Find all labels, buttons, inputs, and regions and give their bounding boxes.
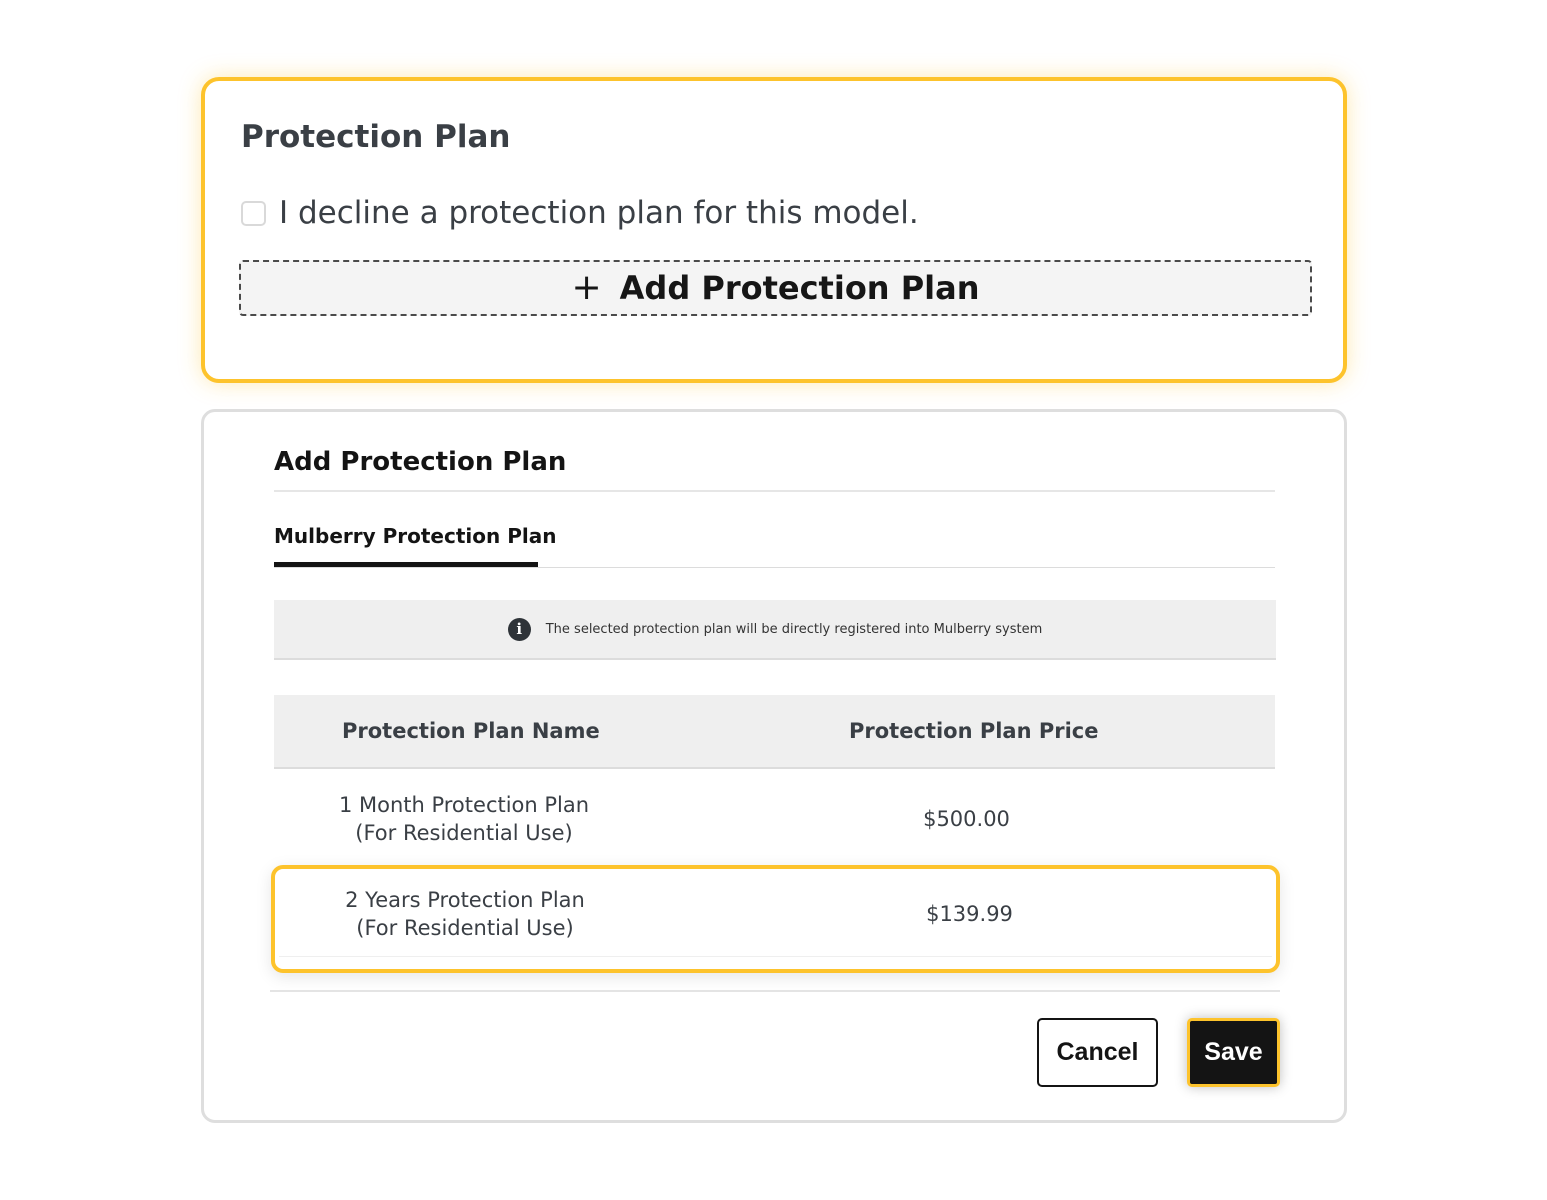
decline-label: I decline a protection plan for this mod… (279, 195, 919, 231)
plan-name-subline: (For Residential Use) (355, 821, 573, 845)
modal-title: Add Protection Plan (274, 447, 567, 477)
plan-name-cell: 2 Years Protection Plan (For Residential… (275, 886, 655, 942)
save-button[interactable]: Save (1187, 1018, 1280, 1087)
column-header-price: Protection Plan Price (849, 719, 1099, 743)
add-protection-plan-label: Add Protection Plan (619, 269, 980, 307)
column-header-name: Protection Plan Name (342, 719, 600, 743)
table-row-selected[interactable]: 2 Years Protection Plan (For Residential… (271, 865, 1280, 973)
info-icon: i (507, 617, 531, 641)
protection-plan-title: Protection Plan (241, 119, 511, 155)
add-protection-plan-modal: Add Protection Plan Mulberry Protection … (201, 409, 1347, 1123)
footer-divider (270, 990, 1280, 992)
row-divider (279, 956, 1272, 957)
divider (274, 490, 1275, 492)
page: Protection Plan I decline a protection p… (0, 0, 1547, 1200)
tab-mulberry-protection-plan[interactable]: Mulberry Protection Plan (274, 524, 556, 548)
table-header: Protection Plan Name Protection Plan Pri… (274, 695, 1275, 769)
decline-checkbox[interactable] (241, 200, 266, 226)
plan-name-line: 1 Month Protection Plan (338, 793, 590, 817)
tabs-divider (274, 567, 1275, 568)
cancel-button[interactable]: Cancel (1037, 1018, 1158, 1087)
plan-price-cell: $500.00 (923, 807, 1010, 831)
decline-option[interactable]: I decline a protection plan for this mod… (241, 193, 919, 233)
plan-price-cell: $139.99 (926, 902, 1013, 926)
plan-name-subline: (For Residential Use) (356, 916, 574, 940)
plan-name-line: 2 Years Protection Plan (345, 888, 585, 912)
info-notice: i The selected protection plan will be d… (274, 600, 1276, 660)
table-row[interactable]: 1 Month Protection Plan (For Residential… (274, 771, 1275, 867)
notice-text: The selected protection plan will be dir… (545, 621, 1043, 637)
plus-icon: + (571, 267, 602, 308)
protection-plan-card: Protection Plan I decline a protection p… (201, 77, 1347, 383)
add-protection-plan-button[interactable]: + Add Protection Plan (239, 260, 1312, 316)
plan-name-cell: 1 Month Protection Plan (For Residential… (274, 791, 654, 847)
